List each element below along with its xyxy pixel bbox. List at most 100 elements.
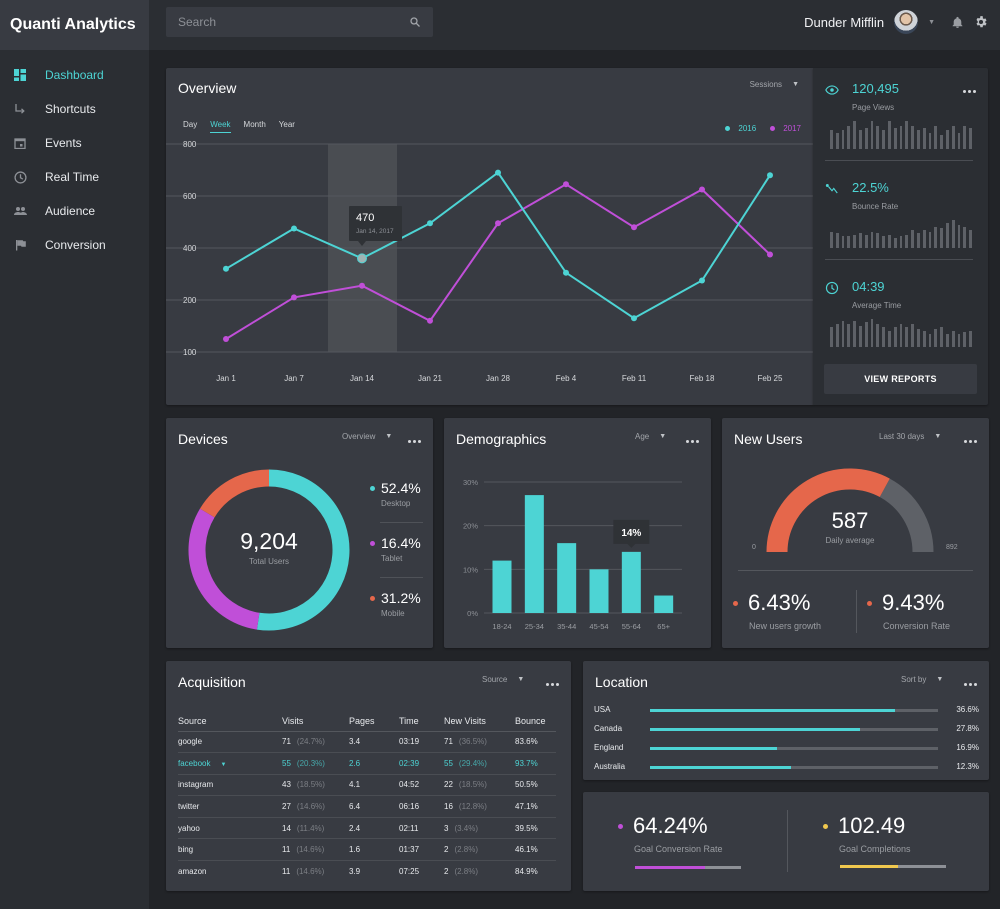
data-point[interactable] [563,269,569,276]
source-name: bing [178,845,194,855]
column-header[interactable]: Pages [349,711,399,732]
data-point[interactable] [767,172,773,179]
location-row[interactable]: Canada 27.8% [594,724,979,736]
sort-by-dropdown[interactable]: Sort by ▼ [901,675,943,684]
overview-line-chart: 800 600 400 200 100 Jan 1 Jan 7 Jan 14 Jan 21 Jan… [166,140,813,383]
search-icon[interactable] [409,16,421,28]
cell-pages: 1.6 [349,838,399,862]
bar-35-44[interactable] [557,543,577,613]
sidebar-item-dashboard[interactable]: Dashboard [0,58,149,92]
data-point[interactable] [699,186,705,193]
data-point[interactable] [427,317,433,324]
data-point[interactable] [563,181,569,188]
bar-55-64[interactable] [621,551,641,613]
spark-bar [916,233,920,248]
location-row[interactable]: USA 36.6% [594,705,979,717]
visits-pct: (18.5%) [296,780,325,790]
location-row[interactable]: England 16.9% [594,743,979,755]
sidebar-item-shortcuts[interactable]: Shortcuts [0,92,149,126]
column-header[interactable]: Visits [282,711,349,732]
column-header[interactable]: Time [399,711,444,732]
search-input[interactable] [178,15,378,29]
column-header[interactable]: Bounce [515,711,556,732]
cell-bounce: 46.1% [515,838,556,862]
sidebar-item-conversion[interactable]: Conversion [0,228,149,262]
data-point[interactable] [291,294,297,301]
progress-fill [635,866,705,869]
data-point[interactable] [699,277,705,284]
new-visits-value: 71 [444,737,453,747]
user-name[interactable]: Dunder Mifflin [804,15,884,30]
bell-icon[interactable] [951,16,964,29]
source-dropdown[interactable]: Source ▼ [482,675,524,684]
kpi-dot [733,600,738,606]
overview-card: Overview Sessions ▼ Day Week Month Year 2… [166,68,813,405]
data-point[interactable] [495,220,501,227]
column-header[interactable]: Source [178,711,282,732]
data-point[interactable] [359,282,365,289]
user-dropdown-caret-icon[interactable]: ▼ [928,19,935,26]
avatar[interactable] [894,10,919,34]
bar-18-24[interactable] [492,560,512,613]
progress-track [650,728,938,731]
tooltip-arrow [627,543,636,548]
new-visits-value: 55 [444,758,453,768]
more-options-icon[interactable] [961,86,976,93]
table-row[interactable]: amazon 11 (14.6%) 3.9 07:25 2 (2.8%) 84.9% [178,861,556,883]
highlighted-point[interactable] [357,253,367,264]
spark-bar [847,323,851,347]
visits-pct: (14.6%) [296,845,325,855]
x-tick-label: Feb 18 [690,374,715,383]
spark-bar [853,320,856,347]
bar-25-34[interactable] [524,495,544,613]
search-box[interactable] [166,7,433,37]
spark-bar [951,220,955,248]
country-name: England [594,743,624,752]
data-point[interactable] [291,225,297,232]
sidebar-item-real-time[interactable]: Real Time [0,160,149,194]
gear-icon[interactable] [974,15,988,29]
bar-65+[interactable] [654,595,674,613]
view-reports-button[interactable]: VIEW REPORTS [824,364,977,394]
sidebar-item-label: Shortcuts [45,102,96,116]
spark-bar [882,327,885,347]
more-options-icon[interactable] [962,679,977,686]
x-tick-label: Jan 1 [216,374,236,383]
caret-down-icon: ▼ [517,676,525,683]
data-point[interactable] [223,265,229,272]
spark-bar [876,323,880,347]
spark-bar [847,125,851,149]
donut-slice-mobile[interactable] [199,469,270,518]
data-point[interactable] [631,224,637,231]
user-menu[interactable]: Dunder Mifflin ▼ [804,9,988,35]
table-row[interactable]: google 71 (24.7%) 3.4 03:19 71 (36.5%) 83.6% [178,731,556,754]
column-header[interactable]: New Visits [444,711,515,732]
table-row[interactable]: facebook ▼ 55 (20.3%) 2.6 02:39 55 (29.4%) 93.7% [178,752,556,775]
x-tick-label: Feb 4 [556,374,577,383]
new-users-growth: 6.43% New users growth [733,590,821,631]
spark-bar [853,234,856,248]
data-point[interactable] [223,336,229,342]
caret-down-icon[interactable]: ▼ [220,762,226,768]
data-point[interactable] [631,315,637,322]
table-row[interactable]: yahoo 14 (11.4%) 2.4 02:11 3 (3.4%) 39.5% [178,817,556,840]
app-logo[interactable]: Quanti Analytics [0,0,149,50]
table-row[interactable]: bing 11 (14.6%) 1.6 01:37 2 (2.8%) 46.1% [178,838,556,862]
spark-bar [830,327,833,347]
location-row[interactable]: Australia 12.3% [594,762,979,774]
spark-bar [876,125,880,149]
spark-bar [858,233,862,248]
table-row[interactable]: twitter 27 (14.6%) 6.4 06:16 16 (12.8%) 47.1% [178,795,556,818]
spark-bar [905,121,909,149]
table-row[interactable]: instagram 43 (18.5%) 4.1 04:52 22 (18.5%) 50.5% [178,774,556,797]
more-options-icon[interactable] [544,679,559,686]
sidebar-item-events[interactable]: Events [0,126,149,160]
sidebar-item-audience[interactable]: Audience [0,194,149,228]
cell-time: 02:11 [399,817,444,840]
data-point[interactable] [495,169,501,176]
data-point[interactable] [427,220,433,227]
source-name: google [178,737,203,747]
bar-45-54[interactable] [589,569,609,613]
spark-bar [870,121,874,149]
data-point[interactable] [767,251,773,258]
